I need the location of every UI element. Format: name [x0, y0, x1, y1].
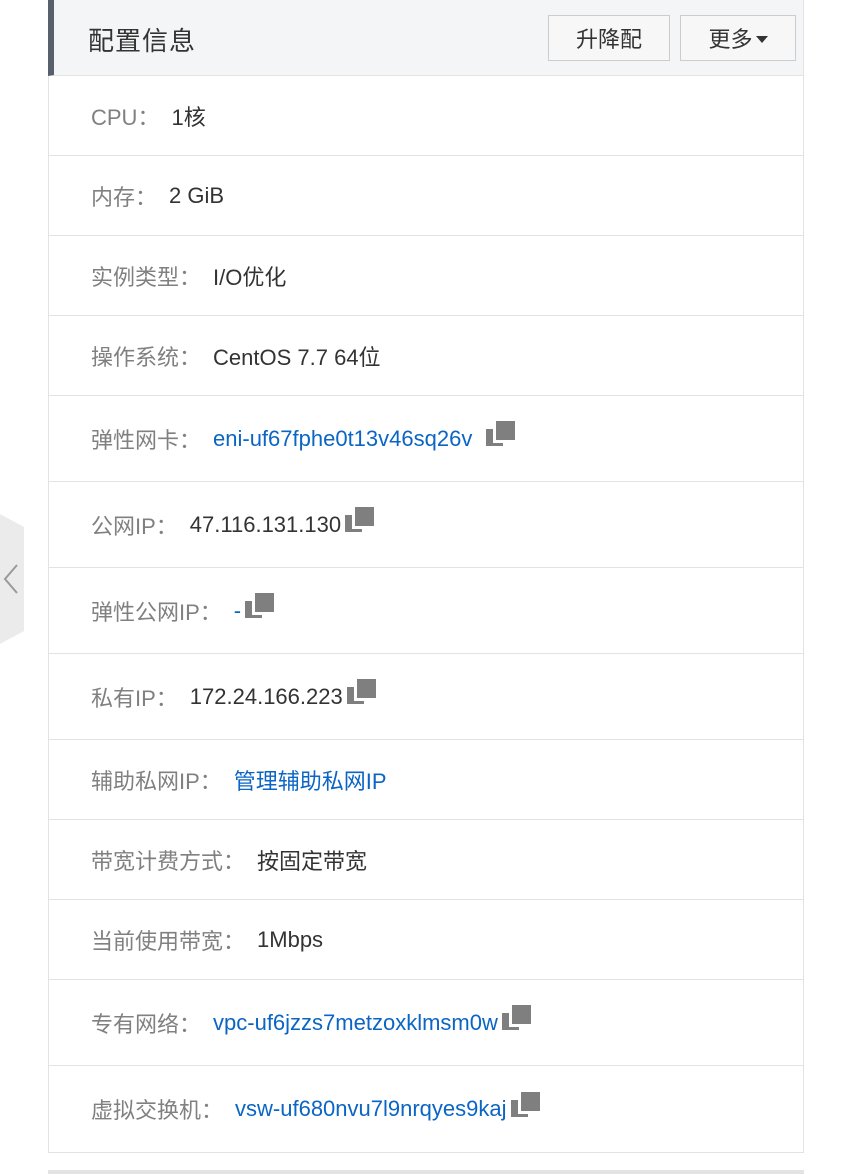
row-label: 弹性公网IP：: [91, 599, 222, 625]
panel-title: 配置信息: [88, 26, 197, 56]
divider: [48, 1170, 804, 1174]
row-eni: 弹性网卡： eni-uf67fphe0t13v46sq26v: [49, 396, 803, 482]
row-os: 操作系统： CentOS 7.7 64位: [49, 316, 803, 396]
row-label: 实例类型：: [91, 264, 202, 290]
row-vswitch: 虚拟交换机： vsw-uf680nvu7l9nrqyes9kaj: [49, 1066, 803, 1152]
copy-icon[interactable]: [345, 507, 375, 534]
copy-icon[interactable]: [510, 1091, 540, 1119]
os-value: CentOS 7.7 64位: [213, 344, 381, 370]
row-vpc: 专有网络： vpc-uf6jzzs7metzoxklmsm0w: [49, 980, 803, 1066]
row-public-ip: 公网IP： 47.116.131.130: [49, 482, 803, 568]
manage-secondary-ip-link[interactable]: 管理辅助私网IP: [234, 764, 387, 796]
cpu-value: 1核: [171, 104, 206, 130]
more-label: 更多: [708, 27, 753, 52]
row-private-ip: 私有IP： 172.24.166.223: [49, 654, 803, 740]
row-current-bandwidth: 当前使用带宽： 1Mbps: [49, 900, 803, 980]
upgrade-downgrade-button[interactable]: 升降配: [548, 15, 670, 61]
row-cpu: CPU： 1核: [49, 76, 803, 156]
eni-link[interactable]: eni-uf67fphe0t13v46sq26v: [213, 426, 472, 452]
vpc-link[interactable]: vpc-uf6jzzs7metzoxklmsm0w: [213, 1010, 498, 1036]
instance-type-value: I/O优化: [213, 264, 287, 290]
row-label: 虚拟交换机：: [91, 1098, 224, 1123]
row-label: 私有IP：: [91, 685, 178, 711]
current-bandwidth-value: 1Mbps: [257, 926, 324, 952]
copy-icon[interactable]: [486, 421, 516, 448]
vswitch-link[interactable]: vsw-uf680nvu7l9nrqyes9kaj: [235, 1096, 507, 1122]
row-memory: 内存： 2 GiB: [49, 156, 803, 236]
config-info-panel: 配置信息 升降配 更多 CPU： 1核 内存： 2 GiB 实例类型： I/O优…: [48, 0, 804, 1153]
collapse-side-tab[interactable]: [0, 514, 24, 644]
eip-link[interactable]: -: [234, 598, 241, 624]
row-label: 带宽计费方式：: [91, 848, 246, 874]
row-eip: 弹性公网IP： -: [49, 568, 803, 654]
row-instance-type: 实例类型： I/O优化: [49, 236, 803, 316]
chevron-left-icon: [3, 564, 18, 594]
row-label: 弹性网卡：: [91, 427, 202, 453]
panel-header: 配置信息 升降配 更多: [48, 0, 804, 76]
private-ip-value: 172.24.166.223: [189, 683, 343, 709]
public-ip-value: 47.116.131.130: [189, 511, 342, 537]
row-label: 操作系统：: [91, 344, 202, 370]
row-label: 辅助私网IP：: [91, 768, 222, 794]
copy-icon[interactable]: [245, 593, 275, 620]
row-secondary-ip: 辅助私网IP： 管理辅助私网IP: [49, 740, 803, 820]
row-label: 内存：: [91, 184, 158, 210]
memory-value: 2 GiB: [169, 182, 225, 208]
row-label: 公网IP：: [91, 513, 178, 539]
config-list: CPU： 1核 内存： 2 GiB 实例类型： I/O优化 操作系统： Cent…: [48, 76, 804, 1153]
row-label: 专有网络：: [91, 1011, 202, 1037]
caret-down-icon: [755, 35, 768, 43]
copy-icon[interactable]: [501, 1005, 531, 1032]
more-dropdown-button[interactable]: 更多: [680, 15, 796, 61]
config-info-page: 配置信息 升降配 更多 CPU： 1核 内存： 2 GiB 实例类型： I/O优…: [0, 0, 844, 1174]
bandwidth-billing-value: 按固定带宽: [257, 848, 368, 874]
copy-icon[interactable]: [346, 679, 376, 706]
row-bandwidth-billing: 带宽计费方式： 按固定带宽: [49, 820, 803, 900]
upgrade-downgrade-label: 升降配: [575, 27, 642, 52]
row-label: 当前使用带宽：: [91, 928, 246, 954]
row-label: CPU：: [91, 104, 160, 130]
